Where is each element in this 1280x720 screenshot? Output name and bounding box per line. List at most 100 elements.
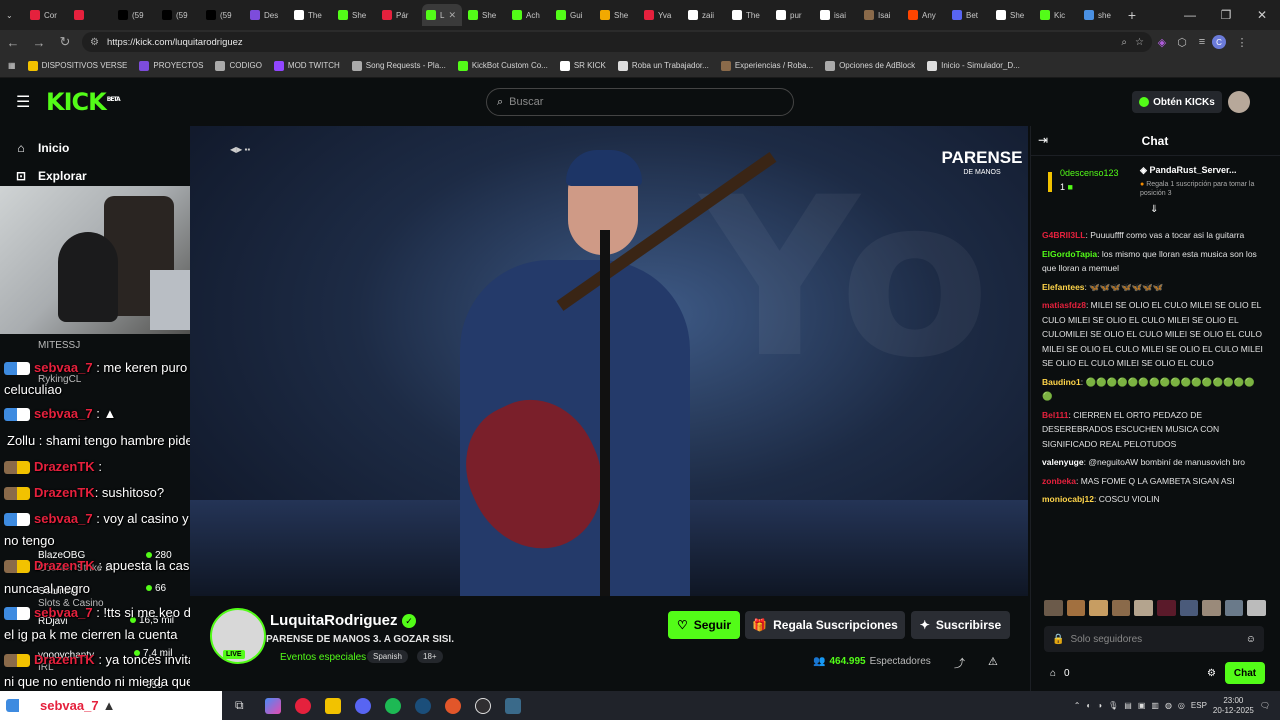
emote-thumb[interactable] xyxy=(1089,600,1108,616)
chat-username[interactable]: moniocabj12 xyxy=(1042,494,1094,504)
browser-tab[interactable]: (59 xyxy=(158,4,200,26)
pinned-user-2[interactable]: ◈ PandaRust_Server... xyxy=(1140,165,1236,176)
back-arrow-icon[interactable]: ← xyxy=(0,35,26,50)
apps-grid-icon[interactable]: ▦ xyxy=(8,61,16,70)
browser-tab[interactable]: Isai xyxy=(860,4,902,26)
bookmark-item[interactable]: Inicio - Simulador_D... xyxy=(927,60,1020,71)
site-info-icon[interactable]: ⚙ xyxy=(90,37,99,48)
emote-picker-icon[interactable]: ☺ xyxy=(1246,634,1256,645)
task-view-icon[interactable]: ⧉ xyxy=(228,696,258,716)
chat-username[interactable]: valenyuge xyxy=(1042,457,1084,467)
get-kicks-button[interactable]: Obtén KICKs xyxy=(1132,91,1222,113)
bookmark-item[interactable]: Song Requests - Pla... xyxy=(351,60,446,71)
tray-chevron-icon[interactable]: ⌃ xyxy=(1074,701,1081,710)
bookmark-star-icon[interactable]: ☆ xyxy=(1135,37,1144,48)
browser-tab[interactable]: Cor xyxy=(26,4,68,26)
tag-mature[interactable]: 18+ xyxy=(417,650,443,663)
url-field[interactable]: ⚙ https://kick.com/luquitarodriguez ⌕ ☆ xyxy=(82,32,1152,52)
tray-app-icon[interactable]: ◐ xyxy=(1086,701,1091,710)
gift-subs-button[interactable]: 🎁 Regala Suscripciones xyxy=(745,611,905,639)
obs-icon[interactable] xyxy=(468,696,498,716)
hamburger-menu-icon[interactable]: ☰ xyxy=(16,92,32,112)
pinned-user[interactable]: 0descenso123 xyxy=(1060,168,1119,178)
discord-icon[interactable] xyxy=(348,696,378,716)
menu-dots-icon[interactable]: ⋮ xyxy=(1232,36,1252,49)
chat-username[interactable]: zonbeka xyxy=(1042,476,1076,486)
chat-input[interactable]: 🔒 Solo seguidores ☺ xyxy=(1044,626,1264,652)
new-tab-button[interactable]: + xyxy=(1122,7,1142,23)
collapse-chat-icon[interactable]: ⇥ xyxy=(1038,133,1048,147)
media-icon[interactable]: ≡ xyxy=(1192,36,1212,48)
emote-thumb[interactable] xyxy=(1179,600,1199,616)
forward-arrow-icon[interactable]: → xyxy=(26,35,52,50)
emote-thumb[interactable] xyxy=(1111,600,1131,616)
tray-app-icon-5[interactable]: ▥ xyxy=(1151,701,1159,710)
emote-thumb[interactable] xyxy=(1156,600,1176,616)
emote-thumb[interactable] xyxy=(1247,600,1266,616)
share-icon[interactable]: ⤴ xyxy=(954,655,965,671)
close-icon[interactable]: ✕ xyxy=(1244,8,1280,22)
browser-tab[interactable]: Yva xyxy=(640,4,682,26)
stream-category[interactable]: Eventos especiales xyxy=(280,652,366,663)
browser-tab[interactable] xyxy=(70,4,112,26)
steam-icon[interactable] xyxy=(408,696,438,716)
brave-icon[interactable] xyxy=(438,696,468,716)
browser-tab[interactable]: L ✕ xyxy=(422,4,462,26)
zoom-icon[interactable]: ⌕ xyxy=(1121,37,1127,48)
tray-app-icon-6[interactable]: ◍ xyxy=(1165,701,1172,710)
browser-tab[interactable]: Des xyxy=(246,4,288,26)
notification-icon[interactable]: 🗨 xyxy=(1260,701,1270,710)
clock[interactable]: 23:00 20-12-2025 xyxy=(1213,696,1254,716)
report-warning-icon[interactable]: ⚠ xyxy=(988,655,998,668)
app-icon[interactable] xyxy=(498,696,528,716)
chat-username[interactable]: Bel111 xyxy=(1042,410,1068,420)
minimize-icon[interactable]: — xyxy=(1172,8,1208,22)
browser-tab[interactable]: isai xyxy=(816,4,858,26)
browser-tab[interactable]: (59 xyxy=(202,4,244,26)
subscribe-button[interactable]: ✦ Suscribirse xyxy=(911,611,1010,639)
tray-app-icon-4[interactable]: ▣ xyxy=(1138,701,1146,710)
chrome-icon[interactable] xyxy=(288,696,318,716)
chat-username[interactable]: Baudino1 xyxy=(1042,377,1081,387)
browser-tab[interactable]: (59 xyxy=(114,4,156,26)
bookmark-item[interactable]: Opciones de AdBlock xyxy=(825,60,915,71)
chat-username[interactable]: G4BRII3LL xyxy=(1042,230,1085,240)
spotify-icon[interactable] xyxy=(378,696,408,716)
taskbar-search[interactable]: sebvaa_7 ▲ xyxy=(0,691,222,720)
tray-app-icon-7[interactable]: ◎ xyxy=(1178,701,1185,710)
extension-icon[interactable]: ◈ xyxy=(1152,36,1172,49)
browser-tab[interactable]: Ach xyxy=(508,4,550,26)
chat-username[interactable]: ElGordoTapia xyxy=(1042,249,1097,259)
browser-tab[interactable]: Kic xyxy=(1036,4,1078,26)
kick-logo[interactable]: KICKBETA xyxy=(46,88,121,116)
streamer-name[interactable]: LuquitaRodriguez xyxy=(270,612,398,629)
channel-name[interactable]: MITESSJ xyxy=(38,340,80,351)
bookmark-item[interactable]: CODIGO xyxy=(215,60,262,71)
sidebar-item-inicio[interactable]: ⌂ Inicio xyxy=(0,134,190,162)
emote-thumb[interactable] xyxy=(1224,600,1244,616)
profile-avatar[interactable]: C xyxy=(1212,35,1232,49)
emote-thumb[interactable] xyxy=(1066,600,1086,616)
chat-username[interactable]: Elefantees xyxy=(1042,282,1085,292)
tray-app-icon-2[interactable]: ◑ xyxy=(1097,701,1102,710)
tray-mic-icon[interactable]: 🎙 xyxy=(1108,701,1118,710)
maximize-icon[interactable]: ❐ xyxy=(1208,8,1244,22)
input-language[interactable]: ESP xyxy=(1191,701,1207,710)
user-avatar[interactable] xyxy=(1228,91,1250,113)
browser-tab[interactable]: She xyxy=(464,4,506,26)
bookmark-item[interactable]: Roba un Trabajador... xyxy=(617,60,709,71)
browser-tab[interactable]: The xyxy=(290,4,332,26)
browser-tab[interactable]: she xyxy=(1080,4,1122,26)
browser-tab[interactable]: zaii xyxy=(684,4,726,26)
browser-tab[interactable]: Gui xyxy=(552,4,594,26)
expand-arrow-icon[interactable]: ⇓ xyxy=(1150,204,1158,215)
bookmark-item[interactable]: Experiencias / Roba... xyxy=(720,60,813,71)
puzzle-icon[interactable]: ⬡ xyxy=(1172,36,1192,49)
chat-username[interactable]: matiasfdz8 xyxy=(1042,300,1086,310)
reload-icon[interactable]: ↻ xyxy=(52,34,78,50)
browser-tab[interactable]: pur xyxy=(772,4,814,26)
tag-language[interactable]: Spanish xyxy=(367,650,408,663)
browser-tab[interactable]: Bet xyxy=(948,4,990,26)
browser-tab[interactable]: She xyxy=(596,4,638,26)
emote-thumb[interactable] xyxy=(1044,600,1063,616)
